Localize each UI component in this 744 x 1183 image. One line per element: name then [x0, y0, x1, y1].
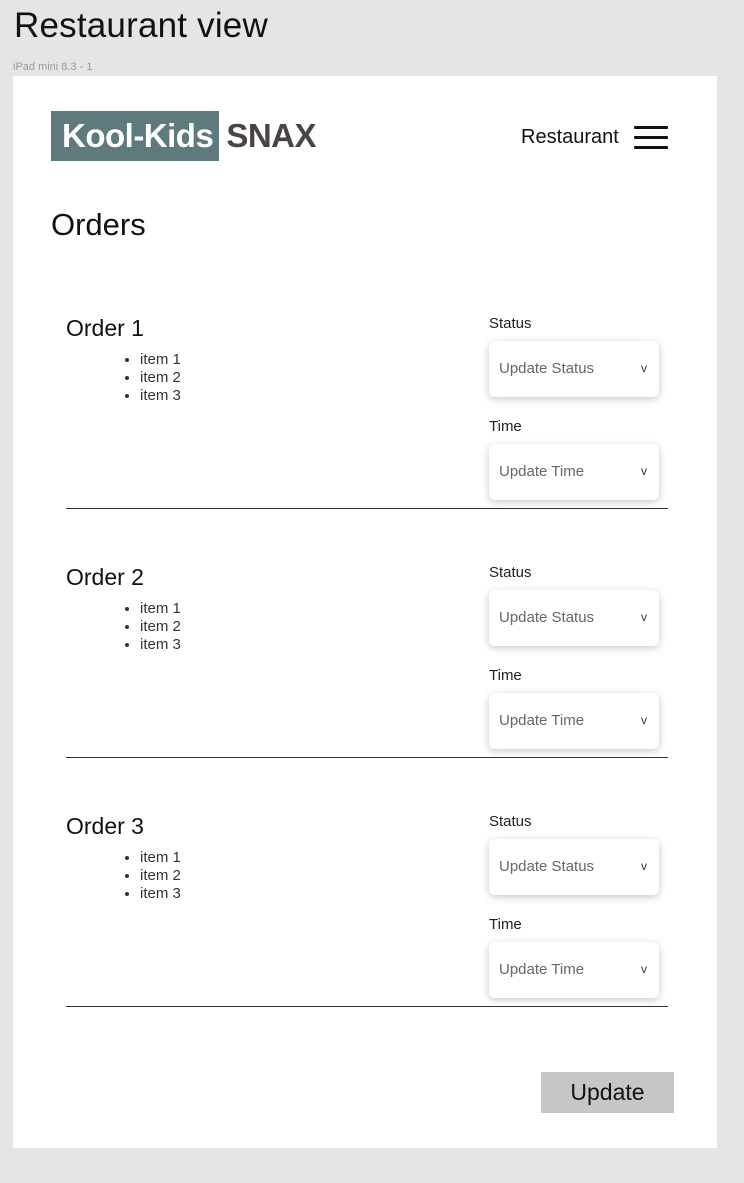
status-select-value: Update Status — [499, 858, 595, 875]
status-select-value: Update Status — [499, 609, 595, 626]
order-card: Order 3 item 1 item 2 item 3 Status Upda… — [66, 813, 668, 1062]
chevron-down-icon: v — [641, 962, 647, 976]
order-items-list: item 1 item 2 item 3 — [122, 351, 181, 405]
order-divider — [66, 757, 668, 758]
order-title: Order 2 — [66, 564, 144, 590]
list-item: item 2 — [140, 867, 181, 885]
canvas-title: Restaurant view — [14, 6, 268, 45]
list-item: item 3 — [140, 636, 181, 654]
list-item: item 3 — [140, 387, 181, 405]
chevron-down-icon: v — [641, 713, 647, 727]
logo[interactable]: Kool-Kids SNAX — [51, 111, 317, 161]
chevron-down-icon: v — [641, 610, 647, 624]
hamburger-menu-icon[interactable] — [634, 126, 668, 150]
order-title: Order 1 — [66, 315, 144, 341]
order-divider — [66, 1006, 668, 1007]
ipad-frame: Kool-Kids SNAX Restaurant Orders Order 1… — [13, 76, 717, 1148]
time-select[interactable]: Update Time v — [489, 942, 659, 998]
chevron-down-icon: v — [641, 464, 647, 478]
list-item: item 1 — [140, 600, 181, 618]
chevron-down-icon: v — [641, 859, 647, 873]
time-select[interactable]: Update Time v — [489, 444, 659, 500]
order-items-list: item 1 item 2 item 3 — [122, 849, 181, 903]
order-card: Order 2 item 1 item 2 item 3 Status Upda… — [66, 564, 668, 813]
time-label: Time — [489, 667, 522, 684]
list-item: item 3 — [140, 885, 181, 903]
update-button[interactable]: Update — [541, 1072, 674, 1113]
time-select-value: Update Time — [499, 463, 585, 480]
chevron-down-icon: v — [641, 361, 647, 375]
page-title: Orders — [51, 207, 146, 242]
list-item: item 2 — [140, 369, 181, 387]
time-label: Time — [489, 418, 522, 435]
status-label: Status — [489, 564, 532, 581]
logo-secondary: SNAX — [226, 117, 317, 154]
nav-restaurant-label[interactable]: Restaurant — [521, 126, 619, 149]
list-item: item 1 — [140, 849, 181, 867]
time-select-value: Update Time — [499, 712, 585, 729]
list-item: item 2 — [140, 618, 181, 636]
order-divider — [66, 508, 668, 509]
time-label: Time — [489, 916, 522, 933]
order-card: Order 1 item 1 item 2 item 3 Status Upda… — [66, 315, 668, 564]
status-select[interactable]: Update Status v — [489, 341, 659, 397]
status-select-value: Update Status — [499, 360, 595, 377]
status-label: Status — [489, 315, 532, 332]
status-select[interactable]: Update Status v — [489, 590, 659, 646]
logo-primary: Kool-Kids — [51, 111, 220, 161]
order-title: Order 3 — [66, 813, 144, 839]
frame-label: iPad mini 8.3 - 1 — [13, 61, 93, 73]
status-label: Status — [489, 813, 532, 830]
time-select[interactable]: Update Time v — [489, 693, 659, 749]
order-items-list: item 1 item 2 item 3 — [122, 600, 181, 654]
time-select-value: Update Time — [499, 961, 585, 978]
status-select[interactable]: Update Status v — [489, 839, 659, 895]
list-item: item 1 — [140, 351, 181, 369]
